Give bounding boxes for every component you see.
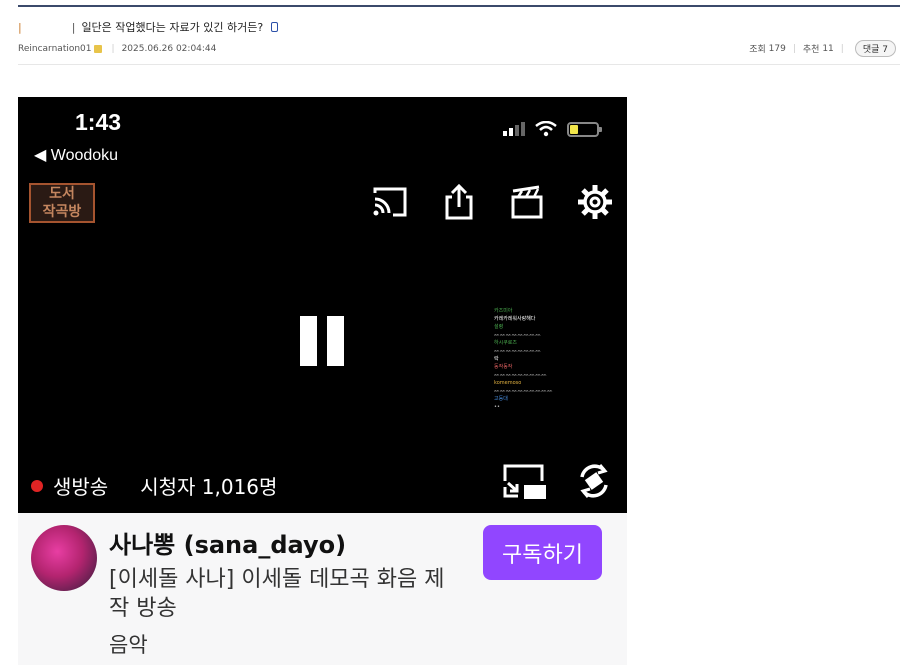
status-icons	[503, 121, 602, 137]
member-badge-icon	[93, 44, 102, 53]
post-datetime: 2025.06.26 02:04:44	[121, 43, 217, 54]
category-marker: |	[18, 20, 22, 34]
chat-line: ᨐᨐᨐᨐᨐᨐᨐᨐ	[494, 348, 542, 354]
meta-divider: |	[792, 43, 796, 54]
picture-in-picture-icon	[503, 464, 546, 499]
meta-divider: |	[111, 43, 115, 54]
stream-title: [이세돌 사나] 이세돌 데모곡 화음 제작 방송	[109, 567, 445, 621]
viewer-count: 시청자 1,016명	[140, 475, 278, 499]
signal-icon	[503, 122, 525, 136]
rotate-screen-icon	[580, 464, 608, 498]
post-title[interactable]: 일단은 작업했다는 자료가 있긴 하거든?	[81, 19, 263, 35]
meta-divider-line	[18, 64, 900, 65]
comments-count: 7	[882, 45, 888, 55]
streamer-avatar	[31, 525, 97, 591]
cast-icon	[373, 187, 407, 217]
share-icon	[445, 183, 473, 220]
chat-line: 고등대	[494, 396, 508, 402]
post-title-row: | | 일단은 작업했다는 자료가 있긴 하거든?	[18, 19, 279, 35]
chat-line: komemoso	[494, 380, 522, 386]
subscribe-button: 구독하기	[483, 525, 602, 580]
chat-line: ᨐᨐᨐᨐᨐᨐᨐᨐ	[494, 332, 542, 338]
live-dot-icon	[31, 479, 43, 492]
views-count: 179	[768, 43, 786, 54]
chat-line: 하시쿠로즈	[494, 340, 518, 346]
back-to-app: ◀ Woodoku	[34, 147, 119, 164]
settings-gear-icon	[578, 185, 612, 219]
author-name[interactable]: Reincarnation01	[18, 44, 92, 54]
chat-overlay: 카즈미아카레카레워사랑해다설령 ᨐᨐᨐᨐᨐᨐᨐᨐ 하시쿠로즈 ᨐᨐᨐᨐᨐᨐᨐᨐ 락동작동…	[494, 307, 624, 437]
stream-category: 음악	[109, 633, 148, 657]
chat-line: ᨐᨐᨐᨐᨐᨐᨐᨐᨐ	[494, 372, 547, 378]
chat-line: ᨐᨐᨐᨐᨐᨐᨐᨐᨐᨐ	[494, 388, 553, 394]
status-clock: 1:43	[75, 109, 122, 135]
battery-icon	[567, 121, 602, 137]
live-indicator: 생방송 시청자 1,016명	[31, 471, 277, 500]
chat-line: 카즈미아	[494, 308, 513, 314]
logo-text-top: 도서	[49, 186, 75, 202]
channel-logo: 도서 작곡방	[29, 183, 95, 223]
chat-line: 락	[494, 356, 499, 362]
stream-screenshot: 1:43 ◀ Woodoku 도서 작곡방 카즈미아 카레카레워사랑해다 설령 …	[18, 97, 627, 513]
chat-line: 동작동작	[494, 364, 513, 370]
mobile-icon	[271, 22, 279, 32]
channel-name: 사나뽕 (sana_dayo)	[109, 531, 347, 559]
logo-text-bottom: 작곡방	[42, 204, 82, 220]
views-label: 조회	[749, 45, 766, 55]
chat-line: 카레카레워사랑해다	[494, 316, 536, 322]
clip-icon	[511, 185, 543, 219]
pause-icon	[300, 316, 344, 366]
recommend-label: 추천	[802, 45, 820, 55]
chat-line: 설령	[494, 324, 504, 330]
chat-line: ••	[494, 404, 500, 410]
comments-label: 댓글	[862, 45, 880, 55]
title-separator: |	[71, 20, 76, 34]
top-divider	[18, 5, 900, 7]
post-stats: 조회 179 | 추천 11 | 댓글 7	[749, 40, 896, 57]
live-label: 생방송	[53, 475, 109, 499]
wifi-icon	[535, 121, 557, 137]
stream-info-panel: 사나뽕 (sana_dayo) [이세돌 사나] 이세돌 데모곡 화음 제작 방…	[18, 513, 627, 665]
post-meta: Reincarnation01 | 2025.06.26 02:04:44 조회…	[18, 40, 896, 57]
meta-divider: |	[840, 43, 844, 54]
comments-button[interactable]: 댓글 7	[854, 40, 896, 57]
recommend-count: 11	[822, 43, 834, 54]
